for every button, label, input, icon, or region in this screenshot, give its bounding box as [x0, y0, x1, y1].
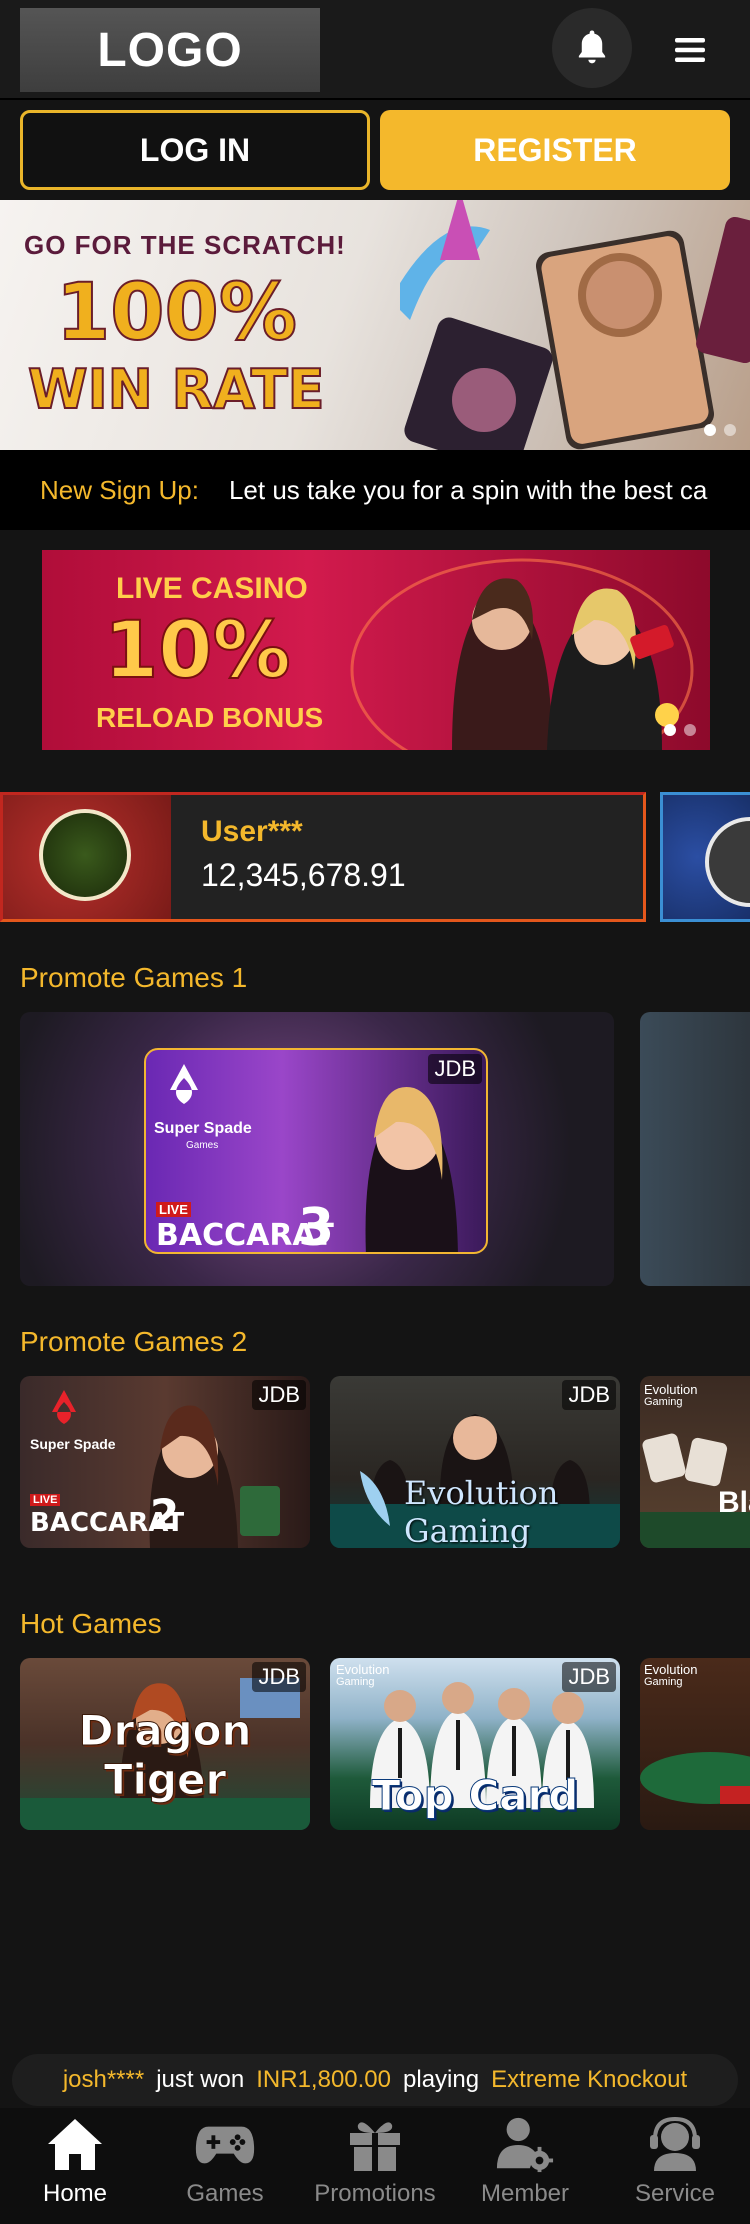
provider-badge: JDB — [428, 1054, 482, 1084]
marquee-label: New Sign Up: — [40, 474, 199, 505]
ticker-action: just won — [156, 2066, 245, 2093]
game-card-top-card[interactable]: Evolution Gaming Top Card JDB — [330, 1658, 620, 1830]
game-name: Top Card — [371, 1771, 579, 1821]
gamepad-icon — [195, 2114, 255, 2174]
bell-icon — [578, 30, 606, 64]
header: LOGO — [0, 0, 750, 100]
promote-games-2-row: Super Spade LIVE BACCARAT 2 JDB Evolutio… — [0, 1376, 750, 1548]
nav-item-promotions[interactable]: Promotions — [300, 2108, 450, 2224]
brand-name: Evolution — [644, 1382, 698, 1397]
promo-artwork — [350, 558, 694, 750]
bottom-navigation: Home Games Promotions Member Service — [0, 2108, 750, 2224]
member-gear-icon — [495, 2114, 555, 2174]
brand-sub: Gaming — [336, 1676, 375, 1688]
carousel-dot-active[interactable] — [664, 724, 676, 736]
nav-item-games[interactable]: Games — [150, 2108, 300, 2224]
game-name: Dragon Tiger — [78, 1706, 252, 1805]
home-icon — [45, 2114, 105, 2174]
hero-banner[interactable]: GO FOR THE SCRATCH! 100% WIN RATE — [0, 200, 750, 450]
nav-item-member[interactable]: Member — [450, 2108, 600, 2224]
ticker-verb: playing — [403, 2066, 480, 2093]
winner-card[interactable] — [660, 792, 750, 922]
brand-sub: Games — [186, 1140, 219, 1151]
game-number: 2 — [150, 1490, 180, 1539]
login-button[interactable]: LOG IN — [20, 110, 370, 190]
winner-game-thumbnail — [3, 795, 171, 919]
nav-label: Service — [634, 2180, 716, 2207]
game-card-art: Super Spade Games LIVE BACCARAT 3 JDB — [144, 1048, 488, 1254]
marquee-text: Let us take you for a spin with the best… — [228, 474, 708, 505]
promo-banner[interactable]: LIVE CASINO 10% RELOAD BONUS — [42, 550, 710, 750]
game-card[interactable]: Evolution Gaming — [640, 1658, 750, 1830]
live-badge: LIVE — [156, 1202, 191, 1217]
winner-username: User*** — [201, 815, 303, 848]
auth-bar: LOG IN REGISTER — [0, 100, 750, 200]
brand-name: Super Spade — [30, 1436, 116, 1452]
brand-name: Evolution Gaming — [404, 1474, 559, 1548]
winner-card[interactable]: User*** 12,345,678.91 — [0, 792, 646, 922]
recent-win-ticker: josh**** just won INR1,800.00 playing Ex… — [12, 2054, 738, 2106]
promo-headline: LIVE CASINO — [116, 572, 308, 605]
brand-name: Evolution — [644, 1662, 698, 1677]
game-card-dragon-tiger[interactable]: Dragon Tiger JDB — [20, 1658, 310, 1830]
brand-name: Evolution — [336, 1662, 390, 1677]
ticker-user: josh**** — [62, 2066, 145, 2093]
promo-subtitle: RELOAD BONUS — [96, 702, 324, 733]
carousel-dot[interactable] — [724, 424, 736, 436]
ticker-game[interactable]: Extreme Knockout — [491, 2066, 687, 2094]
hot-games-row: Dragon Tiger JDB Evolution Gaming Top Ca… — [0, 1658, 750, 1830]
promo-percentage: 10% — [103, 605, 292, 697]
brand-sub: Gaming — [644, 1676, 683, 1688]
hero-artwork — [400, 200, 750, 450]
section-title-promote-games-2: Promote Games 2 — [20, 1326, 248, 1357]
provider-badge: JDB — [562, 1662, 616, 1692]
trophy-icon — [705, 817, 750, 907]
hamburger-menu-button[interactable] — [660, 18, 720, 82]
nav-item-service[interactable]: Service — [600, 2108, 750, 2224]
game-name: Bla — [718, 1486, 750, 1519]
hero-percentage: 100% — [55, 267, 298, 359]
game-card-baccarat-3[interactable]: Super Spade Games LIVE BACCARAT 3 JDB — [20, 1012, 614, 1286]
section-title-promote-games-1: Promote Games 1 — [20, 962, 248, 993]
nav-item-home[interactable]: Home — [0, 2108, 150, 2224]
live-badge: LIVE — [30, 1494, 61, 1506]
hamburger-icon — [675, 38, 705, 62]
brand-name: Super Spade — [154, 1120, 252, 1137]
game-card-baccarat-2[interactable]: Super Spade LIVE BACCARAT 2 JDB — [20, 1376, 310, 1548]
nav-label: Member — [480, 2180, 570, 2207]
headset-icon — [645, 2114, 705, 2174]
winner-avatar — [39, 809, 131, 901]
section-title-hot-games: Hot Games — [20, 1608, 162, 1639]
game-card-blackjack[interactable]: Evolution Gaming Bla — [640, 1376, 750, 1548]
provider-badge: JDB — [252, 1380, 306, 1410]
provider-badge: JDB — [252, 1662, 306, 1692]
register-button[interactable]: REGISTER — [380, 110, 730, 190]
promote-games-1-carousel: Super Spade Games LIVE BACCARAT 3 JDB — [0, 1012, 750, 1288]
announcement-marquee: New Sign Up: Let us take you for a spin … — [0, 450, 750, 530]
game-card-evolution-gaming[interactable]: Evolution Gaming JDB — [330, 1376, 620, 1548]
brand-sub: Gaming — [644, 1396, 683, 1408]
carousel-dot-active[interactable] — [704, 424, 716, 436]
nav-label: Promotions — [314, 2180, 436, 2207]
hero-subtitle: WIN RATE — [27, 357, 326, 422]
gift-icon — [345, 2114, 405, 2174]
notification-button[interactable] — [552, 8, 632, 88]
hero-headline: GO FOR THE SCRATCH! — [24, 230, 346, 260]
nav-label: Games — [186, 2180, 264, 2207]
winner-amount: 12,345,678.91 — [201, 857, 406, 893]
winner-carousel: User*** 12,345,678.91 — [0, 792, 750, 924]
provider-badge: JDB — [562, 1380, 616, 1410]
game-number: 3 — [298, 1198, 335, 1254]
hero-carousel-dots — [704, 424, 736, 436]
nav-label: Home — [42, 2180, 108, 2207]
carousel-dot[interactable] — [684, 724, 696, 736]
promo-carousel-dots — [664, 724, 696, 736]
logo[interactable]: LOGO — [20, 8, 320, 92]
game-card[interactable] — [640, 1012, 750, 1286]
ticker-amount: INR1,800.00 — [256, 2066, 392, 2093]
